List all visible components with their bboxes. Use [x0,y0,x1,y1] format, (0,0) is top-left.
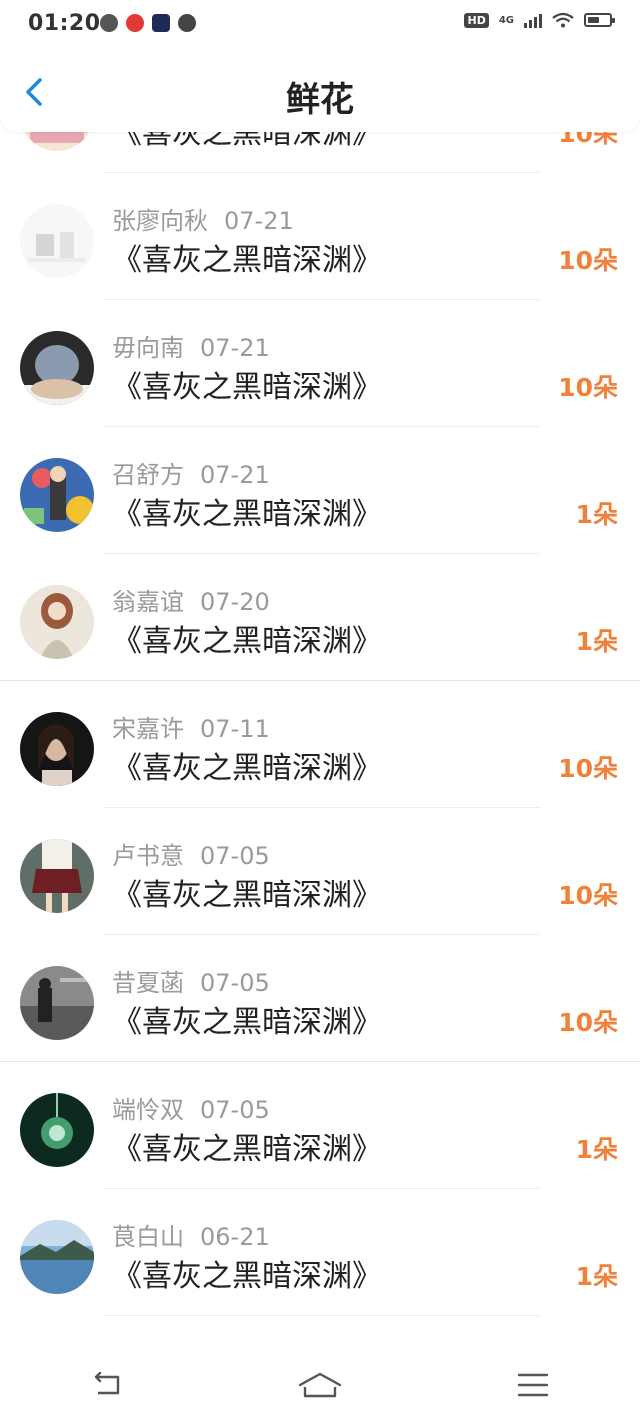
status-bar: 01:20 HD 4G [0,0,640,50]
sender-line: 宋嘉许 07-11 [112,709,270,744]
send-date: 07-05 [200,1096,270,1124]
divider [104,1315,540,1316]
sender-line: 召舒方 07-21 [112,455,270,490]
sender-line: 茛白山 06-21 [112,1217,270,1252]
sender-name: 毋向南 [112,334,184,362]
avatar [20,966,94,1040]
book-title: 《喜灰之黑暗深渊》 [112,1005,382,1040]
sender-name: 昔夏菡 [112,969,184,997]
sender-name: 张廖向秋 [112,207,208,235]
sender-line: 昔夏菡 07-05 [112,963,270,998]
home-nav-icon [298,1372,342,1397]
flower-count: 10朵 [558,1008,618,1037]
flower-count: 10朵 [558,754,618,783]
send-date: 07-05 [200,969,270,997]
avatar [20,712,94,786]
book-title: 《喜灰之黑暗深渊》 [112,132,382,151]
video-app-icon [152,14,170,32]
battery-icon [584,13,615,27]
sender-name: 召舒方 [112,461,184,489]
send-date: 07-21 [224,207,294,235]
network-label: 4G [498,14,514,26]
sender-line: 卢书意 07-05 [112,836,270,871]
avatar [20,204,94,278]
book-title: 《喜灰之黑暗深渊》 [112,370,382,405]
sender-line: 翁嘉谊 07-20 [112,582,270,617]
sender-name: 翁嘉谊 [112,588,184,616]
avatar [20,585,94,659]
avatar [20,1093,94,1167]
system-nav-bar [0,1347,640,1422]
book-title: 《喜灰之黑暗深渊》 [112,1132,382,1167]
list-item[interactable]: 召舒方 07-21 《喜灰之黑暗深渊》 1朵 [0,427,640,554]
sender-line: 毋向南 07-21 [112,328,270,363]
nav-back-button[interactable] [27,1355,187,1415]
list-item[interactable]: 宋嘉许 07-11 《喜灰之黑暗深渊》 10朵 [0,681,640,808]
send-date: 07-21 [200,461,270,489]
avatar [20,132,94,151]
notification-icons [100,14,196,32]
list-item[interactable]: 翁嘉谊 07-20 《喜灰之黑暗深渊》 1朵 [0,554,640,681]
book-title: 《喜灰之黑暗深渊》 [112,751,382,786]
list-item[interactable]: 卢书意 07-05 《喜灰之黑暗深渊》 10朵 [0,808,640,935]
status-time: 01:20 [28,11,101,36]
book-title: 《喜灰之黑暗深渊》 [112,243,382,278]
send-date: 07-21 [200,334,270,362]
flower-list[interactable]: 《喜灰之黑暗深渊》 10朵 张廖向秋 07-21 《喜灰之黑暗深渊》 10朵 毋向… [0,132,640,1347]
wifi-icon [552,12,574,28]
sender-name: 端怜双 [112,1096,184,1124]
avatar [20,458,94,532]
book-title: 《喜灰之黑暗深渊》 [112,878,382,913]
back-nav-icon [94,1371,119,1394]
header: 鲜花 [0,50,640,132]
avatar [20,331,94,405]
sender-line: 张廖向秋 07-21 [112,201,294,236]
list-item[interactable]: 昔夏菡 07-05 《喜灰之黑暗深渊》 10朵 [0,935,640,1062]
flower-count: 10朵 [558,246,618,275]
flower-count: 10朵 [558,132,618,148]
sender-name: 宋嘉许 [112,715,184,743]
wechat-icon [100,14,118,32]
sender-name: 卢书意 [112,842,184,870]
sender-name: 茛白山 [112,1223,184,1251]
nav-home-button[interactable] [240,1355,400,1415]
list-item[interactable]: 端怜双 07-05 《喜灰之黑暗深渊》 1朵 [0,1062,640,1189]
flower-count: 1朵 [575,1262,618,1291]
flower-count: 1朵 [575,500,618,529]
list-item[interactable]: 茛白山 06-21 《喜灰之黑暗深渊》 1朵 [0,1189,640,1316]
send-date: 07-11 [200,715,270,743]
signal-icon [524,12,542,28]
send-date: 06-21 [200,1223,270,1251]
browser-icon [178,14,196,32]
send-date: 07-20 [200,588,270,616]
page-title: 鲜花 [286,80,354,120]
send-date: 07-05 [200,842,270,870]
book-title: 《喜灰之黑暗深渊》 [112,624,382,659]
book-title: 《喜灰之黑暗深渊》 [112,497,382,532]
hd-badge: HD [464,12,489,28]
nav-menu-button[interactable] [453,1355,613,1415]
battery-fill [588,17,599,23]
flower-count: 10朵 [558,881,618,910]
menu-nav-icon [518,1373,549,1396]
sender-line: 端怜双 07-05 [112,1090,270,1125]
avatar [20,1220,94,1294]
flower-count: 1朵 [575,627,618,656]
list-item[interactable]: 毋向南 07-21 《喜灰之黑暗深渊》 10朵 [0,300,640,427]
book-title: 《喜灰之黑暗深渊》 [112,1259,382,1294]
system-icons: HD 4G [464,12,615,28]
list-item[interactable]: 张廖向秋 07-21 《喜灰之黑暗深渊》 10朵 [0,173,640,300]
list-item[interactable]: 《喜灰之黑暗深渊》 10朵 [0,132,640,173]
flower-count: 1朵 [575,1135,618,1164]
avatar [20,839,94,913]
flower-count: 10朵 [558,373,618,402]
weibo-icon [126,14,144,32]
